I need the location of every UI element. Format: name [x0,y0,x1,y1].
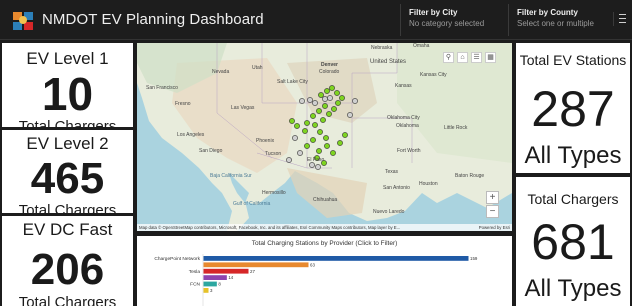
map-label-houston: Houston [419,181,438,187]
total-chargers-title: Total Chargers [527,191,619,207]
total-chargers-card: Total Chargers 681 All Types [516,177,630,306]
map-label-los-angeles: Los Angeles [177,132,205,138]
total-stations-card: Total EV Stations 287 All Types [516,43,630,173]
bar-data-label: 159 [470,256,478,261]
bar-data-label: 3 [210,288,213,293]
ev-dc-fast-subtitle: Total Chargers [18,294,117,306]
provider-bar[interactable] [203,275,227,280]
provider-bar[interactable] [203,268,249,274]
city-filter-value[interactable]: No category selected [409,19,504,28]
provider-bar[interactable] [203,256,469,261]
map-label-utah: Utah [252,65,263,71]
total-stations-title: Total EV Stations [519,52,627,68]
ev-dc-fast-card: EV DC Fast 206 Total Chargers [2,216,133,306]
total-stations-value: 287 [531,81,615,137]
map-label-little-rock: Little Rock [444,125,468,131]
ev-dc-fast-value: 206 [30,245,105,294]
dashboard-logo-icon [13,12,33,30]
page-title: NMDOT EV Planning Dashboard [42,11,264,28]
category-label: Tesla [189,269,201,275]
map-label-nevada: Nevada [212,69,230,75]
map-label-united-states: United States [370,59,407,65]
map-label-omaha: Omaha [413,43,430,49]
provider-bar[interactable] [203,288,209,293]
county-filter-label: Filter by County [517,8,578,17]
ev-level2-title: EV Level 2 [26,134,109,153]
map-label-chihuahua: Chihuahua [313,197,338,203]
bar-data-label: 27 [250,269,255,274]
ev-station-map[interactable]: Salt Lake City Nevada Utah Denver Colora… [137,43,512,231]
map-label-kansas-city: Kansas City [420,72,447,78]
map-home-icon[interactable]: ⌂ [457,52,468,63]
map-label-san-francisco: San Francisco [146,85,178,91]
map-label-salt-lake-city: Salt Lake City [277,79,308,85]
map-label-denver: Denver [321,62,338,68]
zoom-in-button[interactable]: + [486,191,499,204]
ev-level2-card: EV Level 2 465 Total Chargers [2,130,133,213]
ev-level2-subtitle: Total Chargers [18,202,117,213]
map-label-oklahoma-city: Oklahoma City [387,115,420,121]
ev-level1-title: EV Level 1 [26,49,109,68]
zoom-out-button[interactable]: − [486,205,499,218]
city-filter[interactable]: Filter by City No category selected [400,4,504,36]
bar-data-label: 63 [310,262,315,267]
category-label: FCN [190,282,200,288]
total-chargers-subtitle: All Types [524,275,622,302]
bar-data-label: 14 [228,275,233,280]
ev-level1-value: 10 [41,68,94,120]
provider-bar[interactable] [203,281,217,287]
map-label-san-antonio: San Antonio [383,185,410,191]
map-label-el-paso: El Paso [307,157,325,163]
powered-by-esri[interactable]: Powered by Esri [479,225,510,230]
map-label-fort-worth: Fort Worth [397,148,421,154]
map-label-fresno: Fresno [175,101,191,107]
provider-chart-panel[interactable]: Total Charging Stations by Provider (Cli… [137,236,512,306]
county-filter[interactable]: Filter by County Select one or multiple [508,4,612,36]
provider-bar-chart[interactable]: ChargePoint Network Tesla FCN 159 63 27 14 83 [137,236,512,306]
map-label-phoenix: Phoenix [256,138,275,144]
map-label-nebraska: Nebraska [371,45,393,51]
county-filter-value[interactable]: Select one or multiple [517,19,612,28]
map-label-baton-rouge: Baton Rouge [455,173,485,179]
map-label-gulf-california: Gulf of California [233,201,271,207]
ev-level1-subtitle: Total Chargers [18,118,117,127]
map-label-hermosillo: Hermosillo [262,190,286,196]
city-filter-label: Filter by City [409,8,458,17]
ev-level2-value: 465 [30,154,105,203]
map-attribution: Map data © OpenStreetMap contributors, M… [137,224,512,231]
map-label-san-diego: San Diego [199,148,223,154]
ev-level1-card: EV Level 1 10 Total Chargers [2,43,133,127]
map-attribution-text: Map data © OpenStreetMap contributors, M… [139,225,401,230]
app-header: NMDOT EV Planning Dashboard Filter by Ci… [0,0,632,40]
map-label-baja-california: Baja California Sur [210,173,252,179]
bar-data-label: 8 [218,282,221,287]
map-label-texas: Texas [385,169,399,175]
map-layers-icon[interactable]: ☰ [471,52,482,63]
map-search-icon[interactable]: ⚲ [443,52,454,63]
map-label-colorado: Colorado [319,69,340,75]
ev-dc-fast-title: EV DC Fast [22,220,113,239]
total-chargers-value: 681 [531,214,615,270]
map-label-nuevo-laredo: Nuevo Laredo [373,209,405,215]
provider-bar[interactable] [203,262,309,268]
map-label-tucson: Tucson [265,151,282,157]
basemap-gallery-icon[interactable]: ▦ [485,52,496,63]
category-label: ChargePoint Network [154,256,200,262]
total-stations-subtitle: All Types [524,142,622,169]
map-label-las-vegas: Las Vegas [231,105,255,111]
map-label-kansas: Kansas [395,83,412,89]
map-label-oklahoma: Oklahoma [396,123,419,129]
hamburger-menu-icon[interactable] [613,12,627,26]
